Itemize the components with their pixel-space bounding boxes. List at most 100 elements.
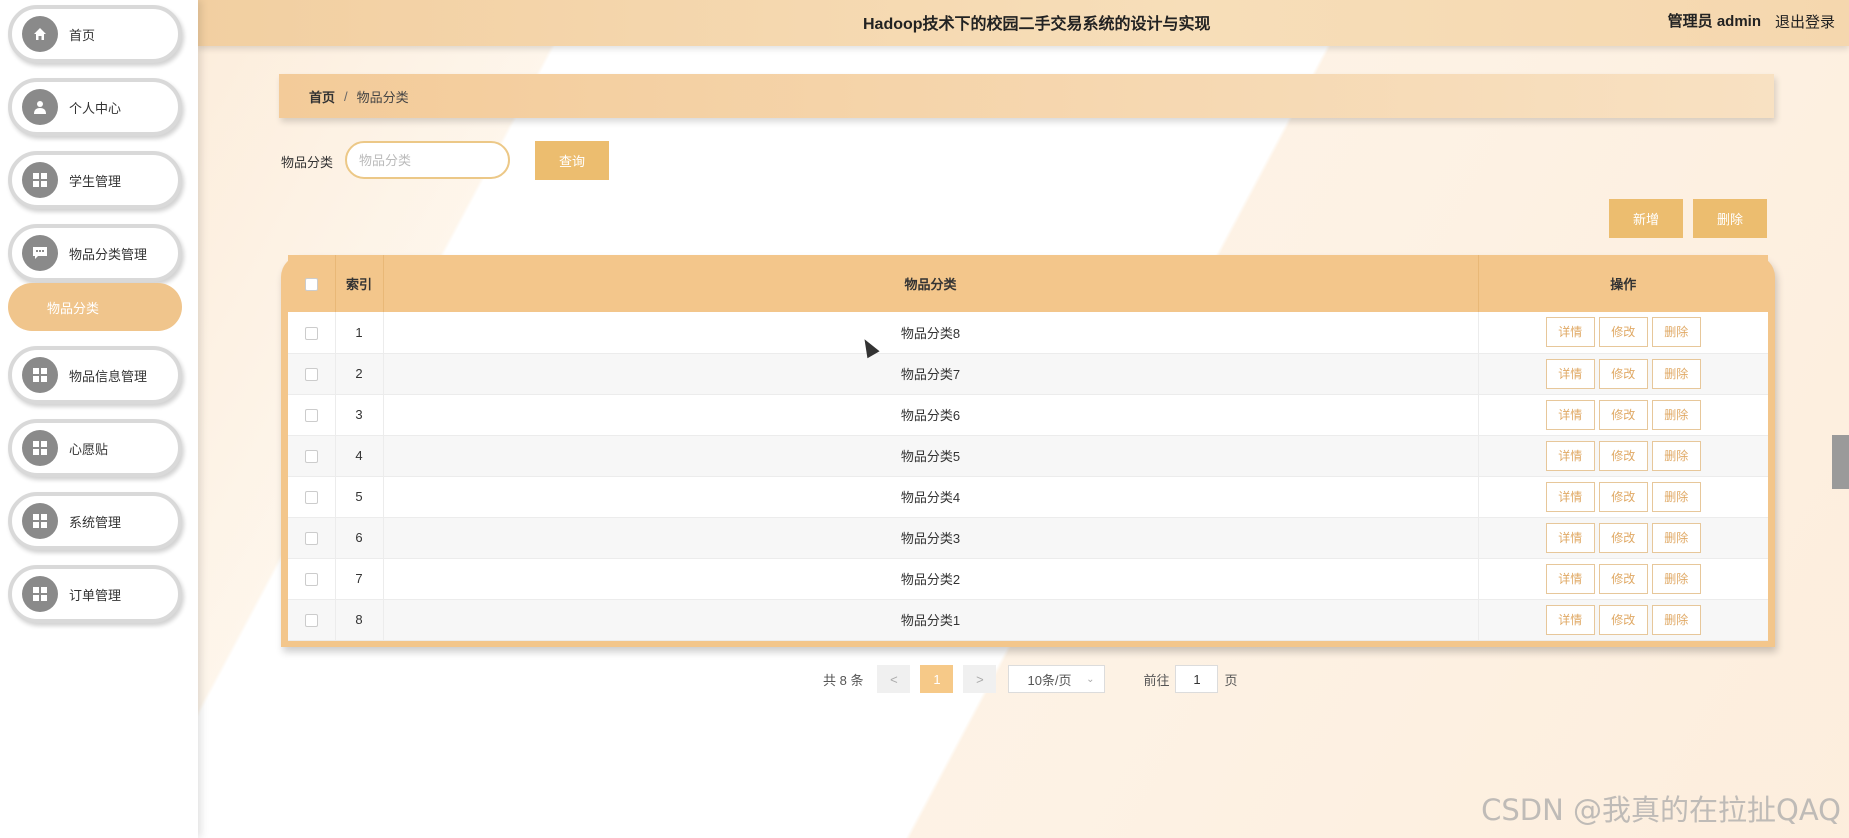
breadcrumb-home[interactable]: 首页 — [309, 87, 335, 106]
sidebar-item-student-management[interactable]: 学生管理 — [8, 151, 182, 209]
detail-button[interactable]: 详情 — [1545, 440, 1595, 471]
row-checkbox[interactable] — [304, 326, 318, 340]
row-checkbox[interactable] — [304, 450, 318, 464]
batch-delete-button[interactable]: 删除 — [1693, 199, 1767, 238]
table-row: 7 物品分类2 详情 修改 删除 — [288, 558, 1768, 600]
row-delete-button[interactable]: 删除 — [1651, 481, 1701, 512]
row-index: 5 — [335, 476, 384, 518]
edit-button[interactable]: 修改 — [1598, 522, 1648, 553]
row-actions: 详情 修改 删除 — [1478, 312, 1768, 354]
breadcrumb-separator: / — [344, 88, 348, 104]
row-delete-button[interactable]: 删除 — [1651, 358, 1701, 389]
sidebar-item-home[interactable]: 首页 — [8, 5, 182, 63]
edit-button[interactable]: 修改 — [1598, 399, 1648, 430]
row-actions: 详情 修改 删除 — [1478, 394, 1768, 436]
home-icon — [22, 16, 58, 52]
row-checkbox[interactable] — [304, 614, 318, 628]
detail-button[interactable]: 详情 — [1545, 563, 1595, 594]
sidebar-item-order-management[interactable]: 订单管理 — [8, 565, 182, 623]
row-category-name: 物品分类3 — [383, 517, 1479, 559]
row-checkbox[interactable] — [304, 409, 318, 423]
row-index: 7 — [335, 558, 384, 600]
row-checkbox-cell — [288, 476, 336, 518]
grid-icon — [22, 430, 58, 466]
row-checkbox-cell — [288, 558, 336, 600]
grid-icon — [22, 503, 58, 539]
submenu-item-category[interactable]: 物品分类 — [8, 283, 182, 331]
search-label: 物品分类 — [281, 155, 334, 170]
row-actions: 详情 修改 删除 — [1478, 435, 1768, 477]
sidebar-item-label: 物品分类管理 — [69, 246, 148, 262]
row-category-name: 物品分类7 — [383, 353, 1479, 395]
add-button[interactable]: 新增 — [1609, 199, 1683, 238]
scrollbar-thumb[interactable] — [1832, 435, 1849, 489]
table-row: 8 物品分类1 详情 修改 删除 — [288, 599, 1768, 641]
watermark: CSDN @我真的在拉扯QAQ — [1481, 793, 1841, 827]
table-row: 6 物品分类3 详情 修改 删除 — [288, 517, 1768, 559]
sidebar-item-wishlist[interactable]: 心愿贴 — [8, 419, 182, 477]
next-page-button[interactable]: > — [963, 665, 997, 693]
edit-button[interactable]: 修改 — [1598, 481, 1648, 512]
submenu-item-label: 物品分类 — [47, 300, 100, 316]
sidebar-item-label: 订单管理 — [69, 587, 122, 603]
column-header-category: 物品分类 — [383, 255, 1479, 312]
edit-button[interactable]: 修改 — [1598, 317, 1648, 348]
row-checkbox[interactable] — [304, 573, 318, 587]
current-user: 管理员 admin — [1667, 13, 1761, 30]
row-index: 4 — [335, 435, 384, 477]
goto-page-input[interactable] — [1175, 665, 1219, 693]
user-icon — [22, 89, 58, 125]
row-delete-button[interactable]: 删除 — [1651, 522, 1701, 553]
detail-button[interactable]: 详情 — [1545, 399, 1595, 430]
select-all-checkbox[interactable] — [304, 278, 318, 292]
sidebar-item-goods-management[interactable]: 物品信息管理 — [8, 346, 182, 404]
sidebar-item-system-management[interactable]: 系统管理 — [8, 492, 182, 550]
row-delete-button[interactable]: 删除 — [1651, 317, 1701, 348]
grid-icon — [22, 576, 58, 612]
row-delete-button[interactable]: 删除 — [1651, 399, 1701, 430]
breadcrumb-current: 物品分类 — [356, 89, 409, 105]
pagination: 共 8 条 < 1 > 10条/页 ⌄ 前往 页 — [823, 665, 1238, 693]
sidebar-item-label: 个人中心 — [69, 100, 122, 116]
sidebar-item-label: 系统管理 — [69, 514, 122, 530]
logout-link[interactable]: 退出登录 — [1775, 11, 1835, 32]
detail-button[interactable]: 详情 — [1545, 522, 1595, 553]
sidebar-item-personal-center[interactable]: 个人中心 — [8, 78, 182, 136]
detail-button[interactable]: 详情 — [1545, 317, 1595, 348]
edit-button[interactable]: 修改 — [1598, 604, 1648, 635]
row-checkbox[interactable] — [304, 368, 318, 382]
query-button[interactable]: 查询 — [535, 141, 609, 180]
page-title: Hadoop技术下的校园二手交易系统的设计与实现 — [863, 16, 1211, 33]
search-input[interactable] — [345, 141, 510, 179]
edit-button[interactable]: 修改 — [1598, 358, 1648, 389]
row-category-name: 物品分类4 — [383, 476, 1479, 518]
detail-button[interactable]: 详情 — [1545, 358, 1595, 389]
page-size-select[interactable]: 10条/页 ⌄ — [1008, 665, 1106, 693]
prev-page-button[interactable]: < — [877, 665, 911, 693]
sidebar-item-label: 心愿贴 — [69, 441, 109, 457]
page-suffix: 页 — [1224, 672, 1238, 688]
row-checkbox-cell — [288, 312, 336, 354]
header-checkbox-cell — [288, 255, 336, 312]
chevron-down-icon: ⌄ — [1086, 673, 1095, 685]
row-checkbox[interactable] — [304, 491, 318, 505]
sidebar-item-category-management[interactable]: 物品分类管理 — [8, 224, 182, 282]
row-delete-button[interactable]: 删除 — [1651, 604, 1701, 635]
row-checkbox[interactable] — [304, 532, 318, 546]
table-row: 1 物品分类8 详情 修改 删除 — [288, 312, 1768, 354]
edit-button[interactable]: 修改 — [1598, 440, 1648, 471]
row-index: 1 — [335, 312, 384, 354]
row-actions: 详情 修改 删除 — [1478, 558, 1768, 600]
row-checkbox-cell — [288, 517, 336, 559]
row-delete-button[interactable]: 删除 — [1651, 563, 1701, 594]
edit-button[interactable]: 修改 — [1598, 563, 1648, 594]
row-checkbox-cell — [288, 394, 336, 436]
table-row: 4 物品分类5 详情 修改 删除 — [288, 435, 1768, 477]
detail-button[interactable]: 详情 — [1545, 604, 1595, 635]
detail-button[interactable]: 详情 — [1545, 481, 1595, 512]
page-number[interactable]: 1 — [920, 665, 954, 693]
row-actions: 详情 修改 删除 — [1478, 599, 1768, 641]
row-delete-button[interactable]: 删除 — [1651, 440, 1701, 471]
pagination-total: 共 8 条 — [823, 672, 864, 688]
goto-label: 前往 — [1143, 672, 1170, 688]
